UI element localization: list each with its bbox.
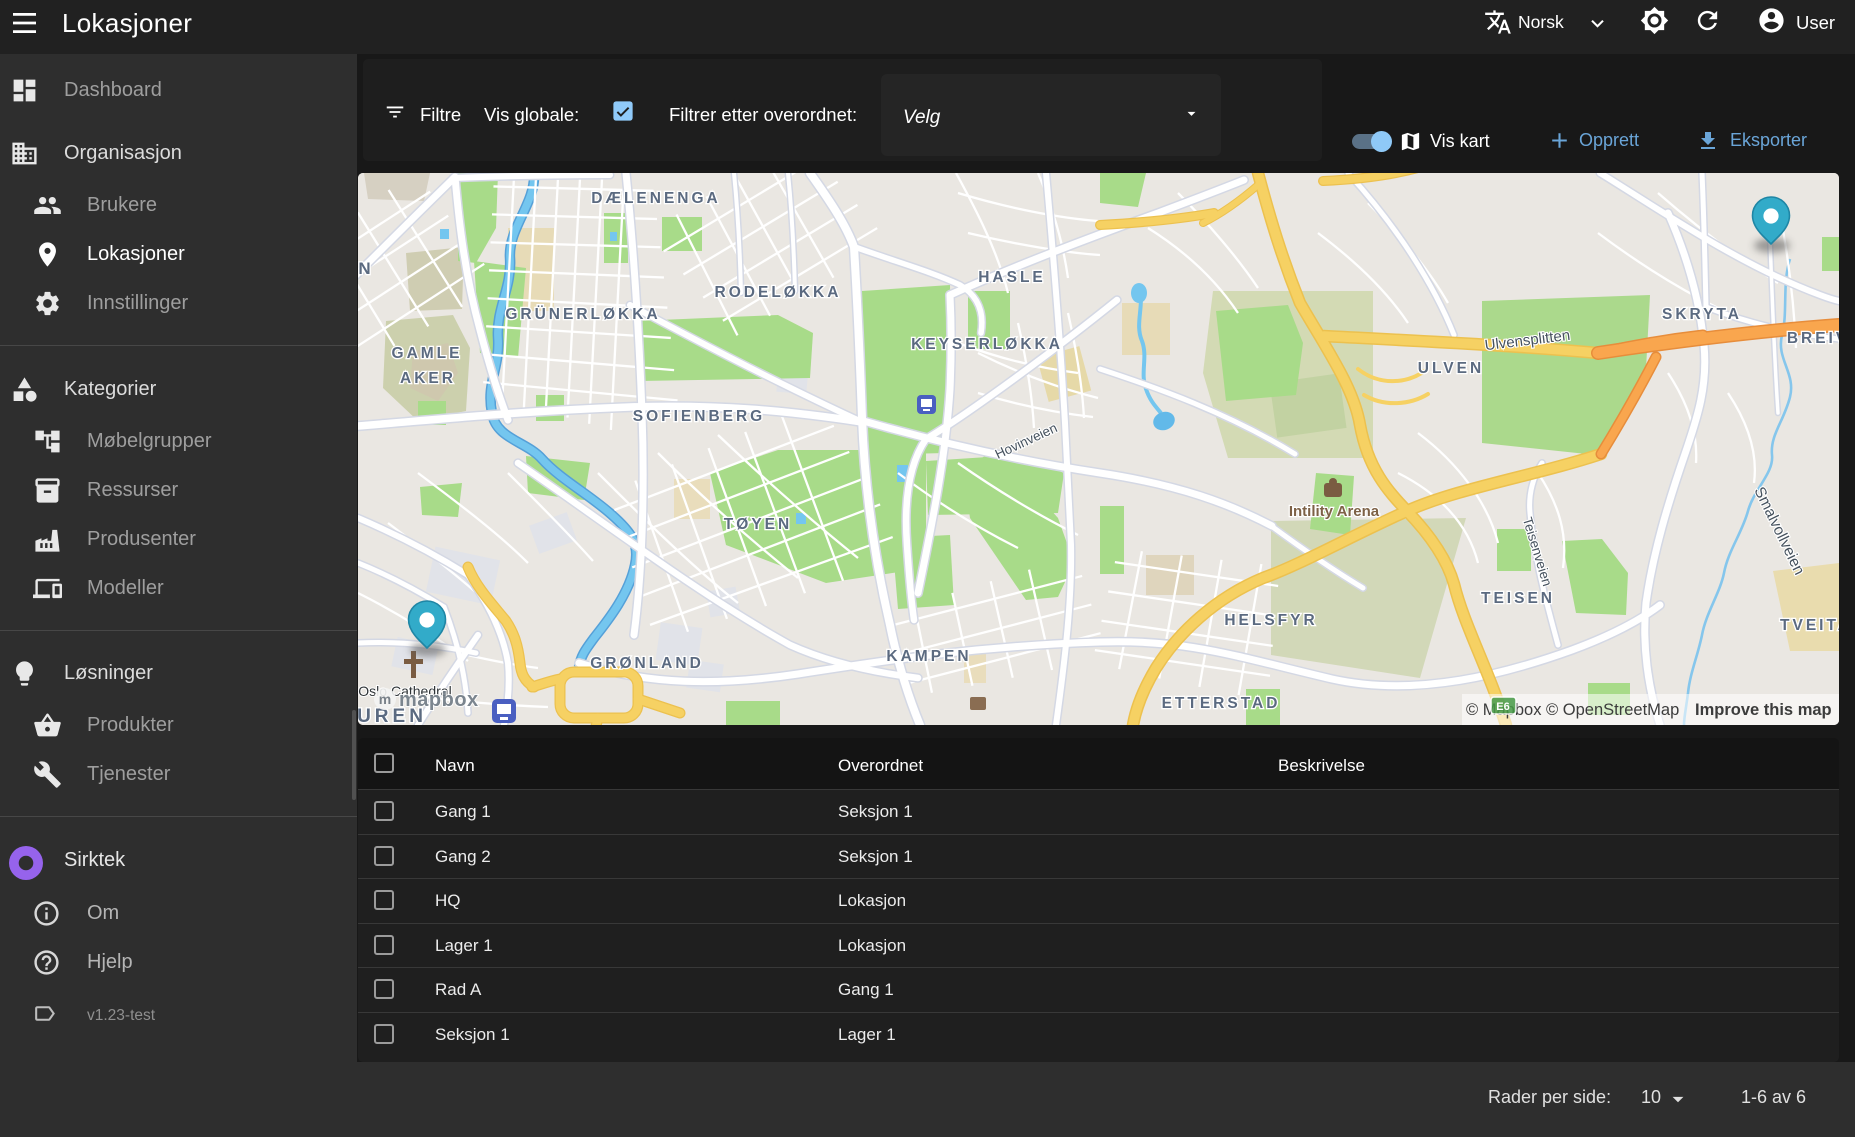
svg-text:HELSFYR: HELSFYR bbox=[1224, 612, 1317, 629]
svg-text:GAMLE: GAMLE bbox=[392, 345, 463, 362]
svg-text:AKER: AKER bbox=[400, 370, 456, 387]
svg-text:TVEITA: TVEITA bbox=[1780, 617, 1839, 634]
svg-text:ETTERSTAD: ETTERSTAD bbox=[1162, 695, 1281, 712]
svg-text:KEYSERLØKKA: KEYSERLØKKA bbox=[911, 336, 1063, 353]
svg-text:E6: E6 bbox=[1496, 701, 1509, 713]
svg-text:RODELØKKA: RODELØKKA bbox=[715, 284, 842, 301]
svg-text:mapbox: mapbox bbox=[399, 689, 479, 711]
svg-text:m: m bbox=[379, 691, 391, 707]
svg-text:TEISEN: TEISEN bbox=[1481, 590, 1555, 607]
svg-text:N: N bbox=[358, 259, 373, 278]
svg-text:SOFIENBERG: SOFIENBERG bbox=[633, 408, 765, 425]
svg-text:GRØNLAND: GRØNLAND bbox=[590, 655, 704, 672]
svg-text:SKRYTA: SKRYTA bbox=[1662, 306, 1742, 323]
svg-text:KAMPEN: KAMPEN bbox=[886, 648, 971, 665]
svg-text:Improve this map: Improve this map bbox=[1695, 701, 1832, 719]
svg-text:DÆLENENGA: DÆLENENGA bbox=[591, 190, 720, 207]
svg-text:TØYEN: TØYEN bbox=[724, 516, 792, 533]
svg-text:Intility Arena: Intility Arena bbox=[1289, 503, 1380, 520]
svg-text:GRÜNERLØKKA: GRÜNERLØKKA bbox=[505, 306, 660, 323]
svg-text:HASLE: HASLE bbox=[978, 269, 1046, 286]
svg-text:BREIV: BREIV bbox=[1787, 330, 1839, 347]
svg-text:ULVEN: ULVEN bbox=[1418, 360, 1484, 377]
